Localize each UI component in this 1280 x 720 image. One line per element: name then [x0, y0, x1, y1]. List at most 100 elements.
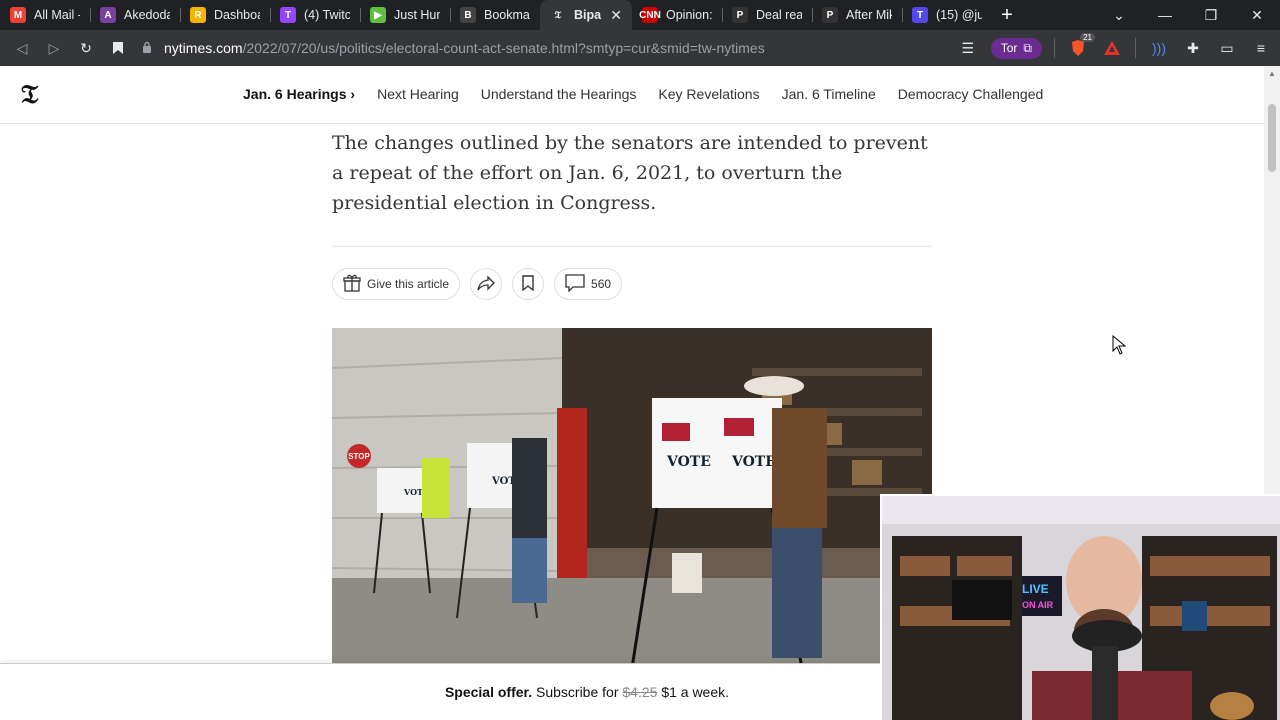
tab-title: Bookmark: [484, 8, 530, 22]
gift-article-button[interactable]: Give this article: [332, 268, 461, 300]
live-sign-line1: LIVE: [1022, 582, 1049, 596]
lock-icon: [142, 41, 164, 56]
open-external-icon: ⧉: [1023, 40, 1032, 55]
truth-social-icon: T: [912, 7, 928, 23]
tab-title: After Mike: [846, 8, 892, 22]
browser-tab[interactable]: T (15) @jus: [902, 0, 992, 30]
nytimes-logo-icon[interactable]: 𝔗: [21, 82, 45, 108]
rumble-icon: ▶: [370, 7, 386, 23]
wallet-icon[interactable]: ▭: [1216, 37, 1238, 59]
url-path: /2022/07/20/us/politics/electoral-count-…: [242, 40, 765, 56]
tab-title: Opinion:: [666, 8, 712, 22]
window-controls: ⌄ — ❐ ✕: [1096, 0, 1280, 30]
gift-icon: [343, 274, 361, 295]
nav-link[interactable]: Understand the Hearings: [481, 86, 637, 102]
new-tab-button[interactable]: +: [992, 0, 1022, 30]
divider: [332, 246, 932, 247]
streamer-webcam-image: LIVE ON AIR: [882, 496, 1280, 720]
site-navigation: 𝔗 Jan. 6 Hearings › Next Hearing Understa…: [0, 66, 1264, 124]
browser-toolbar: ◁ ▷ ↻ nytimes.com/2022/07/20/us/politics…: [0, 30, 1280, 66]
share-button[interactable]: [470, 268, 503, 300]
bookmark-icon: [522, 274, 534, 294]
gift-article-label: Give this article: [367, 277, 450, 291]
scroll-up-icon[interactable]: ▲: [1264, 66, 1280, 82]
tab-search-icon[interactable]: ⌄: [1096, 0, 1142, 30]
tor-button[interactable]: Tor ⧉: [990, 37, 1042, 59]
browser-tab[interactable]: P Deal reac: [722, 0, 812, 30]
nav-link[interactable]: Next Hearing: [377, 86, 459, 102]
section-title-link[interactable]: Jan. 6 Hearings ›: [243, 86, 355, 102]
speedreader-icon[interactable]: ))): [1148, 37, 1170, 59]
booth-label-3b: VOTE: [731, 454, 776, 470]
politico-icon: P: [732, 7, 748, 23]
tor-label: Tor: [1000, 41, 1018, 55]
offer-lead: Special offer.: [444, 684, 533, 700]
reload-icon[interactable]: ↻: [70, 32, 102, 64]
minimize-icon[interactable]: —: [1142, 0, 1188, 30]
save-article-button[interactable]: [512, 268, 545, 300]
webcam-overlay: LIVE ON AIR: [880, 494, 1280, 720]
gmail-icon: M: [10, 7, 26, 23]
cnn-icon: CNN: [639, 7, 661, 23]
forward-icon[interactable]: ▷: [38, 32, 70, 64]
menu-icon[interactable]: ≡: [1250, 37, 1272, 59]
share-icon: [477, 274, 495, 294]
browser-tab[interactable]: A Akedodan: [90, 0, 180, 30]
browser-tab[interactable]: 𝔗 Biparti ✕: [540, 0, 632, 30]
akedodan-icon: A: [100, 7, 116, 23]
stop-sign: STOP: [348, 452, 370, 461]
nav-link[interactable]: Democracy Challenged: [898, 86, 1044, 102]
close-window-icon[interactable]: ✕: [1234, 0, 1280, 30]
brave-rewards-icon[interactable]: [1101, 37, 1123, 59]
browser-tab[interactable]: R Dashboar: [180, 0, 270, 30]
url-host: nytimes.com: [164, 40, 243, 56]
extensions-icon[interactable]: ✚: [1182, 37, 1204, 59]
scrollbar-thumb[interactable]: [1268, 104, 1276, 172]
comment-icon: [565, 273, 585, 295]
browser-tab[interactable]: M All Mail - I: [0, 0, 90, 30]
brave-shields-icon[interactable]: 21: [1067, 33, 1095, 59]
article-summary: The changes outlined by the senators are…: [332, 132, 928, 214]
nav-link[interactable]: Jan. 6 Timeline: [782, 86, 876, 102]
comment-count: 560: [591, 277, 612, 291]
bookmark-page-icon[interactable]: [102, 32, 134, 64]
twitch-icon: T: [280, 7, 296, 23]
tab-title: Deal reac: [756, 8, 802, 22]
nytimes-icon: 𝔗: [550, 7, 566, 23]
browser-tab[interactable]: CNN Opinion:: [632, 0, 722, 30]
nav-link[interactable]: Key Revelations: [658, 86, 759, 102]
tab-title: Just Huma: [394, 8, 440, 22]
voting-booths-image: STOP VOTE VOTE VOTE VOTE: [332, 328, 932, 668]
browser-tab[interactable]: B Bookmark: [450, 0, 540, 30]
comments-button[interactable]: 560: [554, 268, 623, 300]
article-tools: Give this article 560: [332, 268, 623, 300]
back-icon[interactable]: ◁: [6, 32, 38, 64]
mouse-cursor-icon: [1112, 335, 1126, 355]
restore-icon[interactable]: ❐: [1188, 0, 1234, 30]
offer-new-price: $1 a week.: [661, 684, 730, 700]
address-bar[interactable]: nytimes.com/2022/07/20/us/politics/elect…: [142, 34, 972, 62]
section-title: Jan. 6 Hearings: [243, 86, 347, 102]
browser-tab[interactable]: T (4) Twitch: [270, 0, 360, 30]
section-nav: Jan. 6 Hearings › Next Hearing Understand…: [243, 86, 1043, 102]
browser-tab[interactable]: P After Mike: [812, 0, 902, 30]
tab-title: (15) @jus: [936, 8, 982, 22]
live-sign-line2: ON AIR: [1022, 600, 1054, 610]
politico-icon-2: P: [822, 7, 838, 23]
browser-tab-strip: M All Mail - I A Akedodan R Dashboar T (4) Twit…: [0, 0, 1280, 30]
toolbar-divider-2: [1135, 38, 1136, 58]
reader-mode-icon[interactable]: ☰: [957, 37, 979, 59]
tab-title: Biparti: [574, 8, 602, 22]
close-tab-icon[interactable]: ✕: [610, 7, 622, 24]
toolbar-divider: [1054, 38, 1055, 58]
shields-count-badge: 21: [1080, 33, 1095, 42]
tab-title: All Mail - I: [34, 8, 80, 22]
tab-title: (4) Twitch: [304, 8, 350, 22]
offer-old-price: $4.25: [622, 684, 658, 700]
browser-tab[interactable]: ▶ Just Huma: [360, 0, 450, 30]
article-photo: STOP VOTE VOTE VOTE VOTE: [332, 328, 932, 668]
offer-text: Subscribe for: [536, 684, 619, 700]
tab-title: Akedodan: [124, 8, 170, 22]
dashboard-icon: R: [190, 7, 206, 23]
tab-title: Dashboar: [214, 8, 260, 22]
